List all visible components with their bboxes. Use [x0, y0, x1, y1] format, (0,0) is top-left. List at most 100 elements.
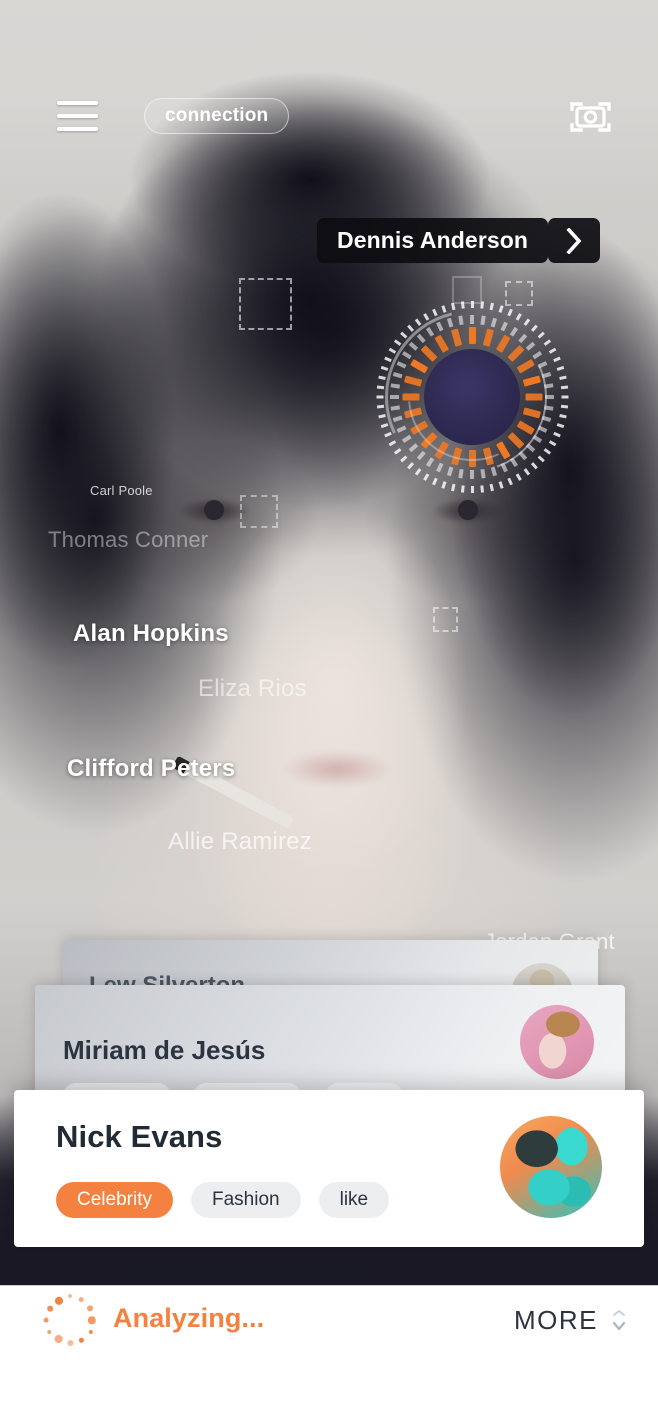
reticle-dot: [414, 318, 421, 326]
app-root: Carl Poole Thomas Conner Alan Hopkins Eliza…: [0, 0, 658, 1425]
candidate-name-overlay[interactable]: Eliza Rios: [198, 675, 307, 703]
camera-icon[interactable]: [568, 100, 613, 134]
reticle-dot: [470, 301, 474, 308]
reticle-dot: [556, 365, 564, 371]
chevron-down-icon: [612, 1309, 626, 1330]
result-card-front[interactable]: Nick Evans Celebrity Fashion like: [14, 1090, 644, 1247]
spinner-dot: [88, 1316, 96, 1324]
tracking-box: [433, 607, 458, 632]
menu-bar-1: [57, 101, 98, 105]
reticle-dot: [558, 375, 567, 380]
reticle-dot: [383, 356, 392, 363]
selected-person-chip[interactable]: Dennis Anderson: [317, 218, 549, 263]
candidate-name-overlay[interactable]: Alan Hopkins: [73, 620, 229, 648]
reticle-dot: [479, 485, 484, 493]
candidate-name-overlay[interactable]: Allie Ramirez: [168, 828, 312, 856]
reticle-dot: [498, 481, 504, 489]
spinner-dot: [68, 1294, 72, 1298]
reticle-dot: [450, 483, 455, 492]
reticle-dot: [422, 313, 429, 321]
page-title: Nick Evans: [56, 1119, 223, 1154]
spinner-dot: [45, 1304, 55, 1313]
candidate-name-overlay[interactable]: Clifford Peters: [67, 755, 235, 783]
reticle-dot: [406, 324, 414, 332]
reticle-dot: [431, 477, 438, 486]
spinner-dot: [44, 1317, 50, 1323]
result-card-middle[interactable]: Miriam de Jesús: [35, 985, 625, 1109]
more-button[interactable]: MORE: [514, 1305, 628, 1336]
reticle-dot: [393, 339, 401, 346]
reticle-dot: [376, 385, 384, 390]
reticle-dot: [479, 301, 484, 309]
connection-badge[interactable]: connection: [144, 98, 290, 134]
hamburger-menu-icon[interactable]: [57, 101, 98, 131]
next-person-button[interactable]: [548, 218, 600, 263]
reticle-dot: [377, 414, 386, 419]
spinner-dot: [53, 1295, 65, 1306]
reticle-dot: [380, 365, 388, 371]
reticle-dot: [543, 339, 551, 346]
reticle-dot: [558, 414, 567, 419]
tag-celebrity[interactable]: Celebrity: [56, 1182, 173, 1218]
portrait-pupil-right: [458, 500, 478, 520]
reticle-dot: [537, 331, 545, 339]
result-card-name: Miriam de Jesús: [63, 1035, 266, 1065]
candidate-name-overlay[interactable]: Thomas Conner: [48, 527, 208, 553]
spinner-dot: [46, 1329, 52, 1335]
reticle-dot: [498, 305, 504, 313]
tracking-box: [452, 276, 482, 304]
tracking-box: [240, 495, 278, 528]
reticle-dot: [380, 423, 388, 429]
spinner-dot: [66, 1339, 74, 1346]
top-bar: connection: [0, 0, 658, 170]
more-button-label: MORE: [514, 1305, 598, 1335]
reticle-dot: [376, 395, 383, 399]
connection-badge-label: connection: [165, 105, 269, 126]
reticle-dot: [506, 477, 513, 486]
reticle-dot: [523, 468, 530, 476]
selected-person-name: Dennis Anderson: [337, 227, 529, 253]
reticle-dot: [388, 440, 396, 447]
candidate-name-overlay[interactable]: Carl Poole: [90, 483, 153, 498]
reticle-dot: [460, 485, 465, 493]
reticle-dot: [548, 347, 556, 354]
reticle-dot: [383, 431, 392, 438]
reticle-dot: [543, 448, 551, 455]
spinner-dot: [78, 1296, 86, 1304]
reticle-dot: [537, 455, 545, 463]
menu-bar-2: [57, 114, 98, 118]
reticle-dot: [523, 318, 530, 326]
spinner-dot: [53, 1334, 65, 1345]
reticle-dot: [414, 468, 421, 476]
reticle-dot: [561, 395, 568, 399]
status-text: Analyzing...: [113, 1303, 265, 1333]
reticle-dot: [393, 448, 401, 455]
reticle-dot: [376, 404, 384, 409]
reticle-dot: [399, 331, 407, 339]
reticle-dot: [422, 473, 429, 481]
reticle-dot: [450, 302, 455, 311]
menu-bar-3: [57, 127, 98, 131]
reticle-dot: [470, 486, 474, 493]
reticle-dot: [440, 305, 446, 313]
reticle-dot: [560, 385, 568, 390]
chevron-right-icon: [566, 227, 582, 254]
reticle-dot: [506, 308, 513, 317]
reticle-dot: [552, 356, 561, 363]
tag-like[interactable]: like: [318, 1182, 390, 1218]
reticle-dot: [388, 347, 396, 354]
reticle-dot: [399, 455, 407, 463]
tag-fashion[interactable]: Fashion: [190, 1182, 301, 1218]
reticle-dot: [406, 462, 414, 470]
spinner-dot: [88, 1329, 94, 1335]
reticle-dot: [560, 404, 568, 409]
reticle-dot: [489, 483, 494, 492]
portrait-pupil-left: [204, 500, 224, 520]
reticle-dot: [440, 481, 446, 489]
reticle-dot: [552, 431, 561, 438]
reticle-dot: [548, 440, 556, 447]
reticle-dot: [377, 375, 386, 380]
loading-spinner-icon: [44, 1294, 96, 1346]
avatar: [520, 1005, 594, 1079]
reticle-dot: [556, 423, 564, 429]
